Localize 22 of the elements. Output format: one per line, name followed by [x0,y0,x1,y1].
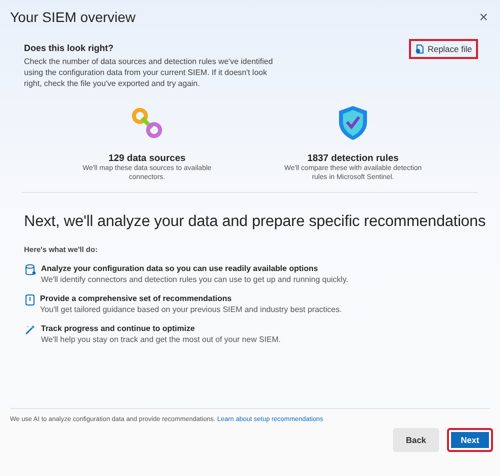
window-title: Your SIEM overview [10,9,136,25]
stat-value: 129 data sources [108,153,186,164]
step-description: We'll identify connectors and detection rules you can use to get up and running quickly. [41,275,348,284]
document-icon [25,294,35,306]
step-title: Track progress and continue to optimize [41,324,196,333]
stat-value: 1837 detection rules [307,153,399,164]
file-refresh-icon [414,44,424,54]
shield-check-icon [337,105,369,141]
chain-link-icon [130,106,164,140]
section-heading: Next, we'll analyze your data and prepare specific recommendations [24,213,487,231]
review-title: Does this look right? [24,43,115,53]
magic-wand-icon [25,324,36,335]
step-title: Provide a comprehensive set of recommendations [40,294,233,303]
review-text: Check the number of data sources and detection rules we've identified using the configuration data from your current SIEM. If it doesn't look right, check the file you've exported and try again. [24,56,274,89]
database-icon [25,264,36,276]
next-button[interactable]: Next [447,428,493,452]
step-description: We'll help you stay on track and get the most out of your new SIEM. [41,335,281,344]
step-title: Analyze your configuration data so you can use readily available options [41,264,319,273]
replace-file-button[interactable]: Replace file [408,39,478,59]
close-button[interactable]: × [477,8,490,26]
step-description: You'll get tailored guidance based on your previous SIEM and industry best practices. [40,305,342,314]
back-button[interactable]: Back [393,428,439,452]
